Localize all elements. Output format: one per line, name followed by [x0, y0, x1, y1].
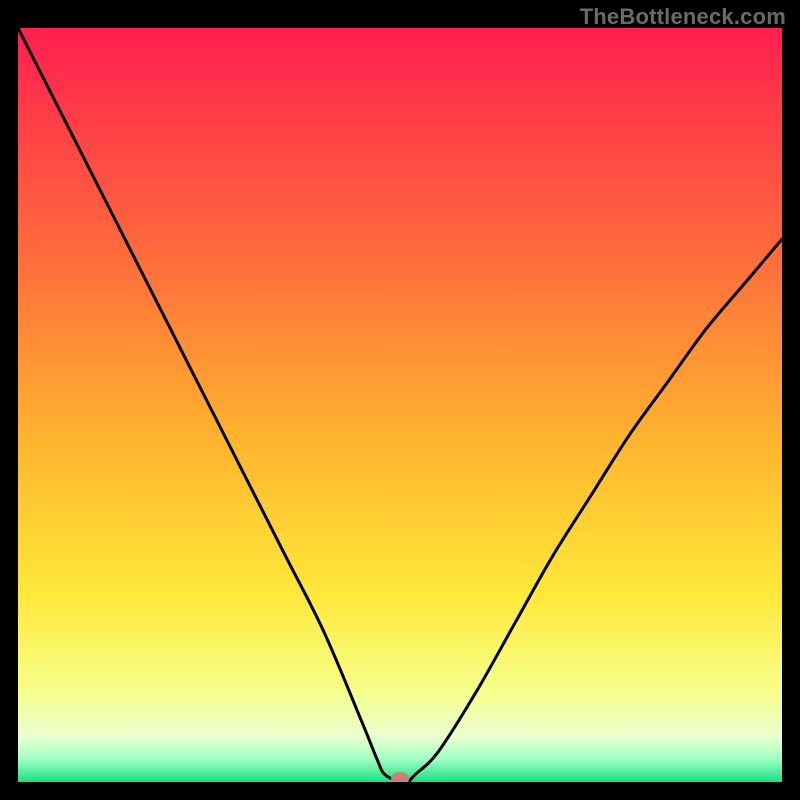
chart-frame: TheBottleneck.com	[0, 0, 800, 800]
watermark-text: TheBottleneck.com	[580, 4, 786, 30]
gradient-background	[18, 28, 782, 782]
chart-svg	[18, 28, 782, 782]
plot-area	[18, 28, 782, 782]
